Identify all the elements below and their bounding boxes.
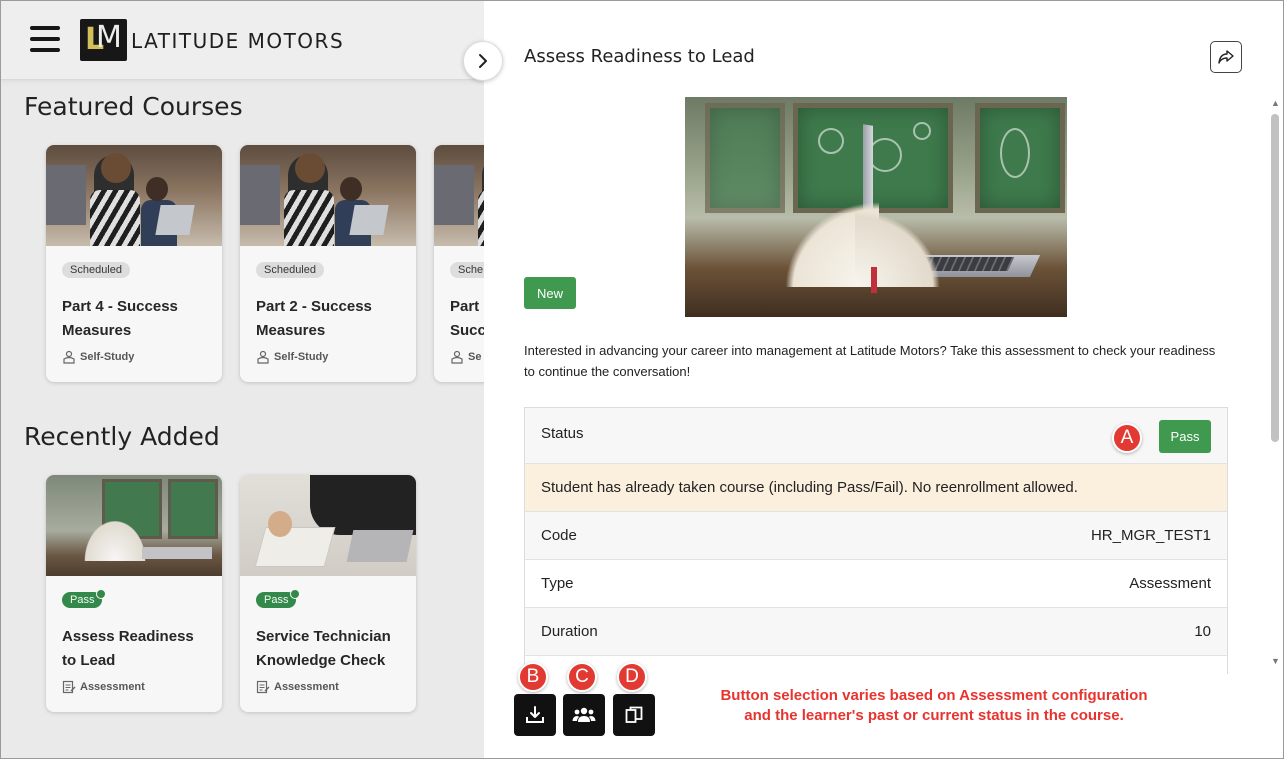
status-badge: Scheduled xyxy=(256,262,324,278)
self-study-icon xyxy=(451,350,463,364)
assessment-icon xyxy=(62,680,76,694)
copy-icon xyxy=(625,706,643,723)
course-type: Assessment xyxy=(256,680,339,694)
assessment-icon xyxy=(256,680,270,694)
self-study-icon xyxy=(63,350,75,364)
course-type-label: Assessment xyxy=(274,681,339,693)
course-card[interactable]: Scheduled Part 2 - Success Measures Self… xyxy=(240,145,416,382)
course-hero-image xyxy=(685,97,1067,317)
course-type-label: Self-Study xyxy=(274,351,329,363)
self-study-icon xyxy=(257,350,269,364)
collapse-drawer-button[interactable] xyxy=(463,41,503,81)
hamburger-menu-icon[interactable] xyxy=(30,26,60,52)
drawer-scrollbar[interactable]: ▲ ▼ xyxy=(1268,98,1284,670)
course-thumbnail xyxy=(434,145,484,246)
course-type: Se xyxy=(450,350,481,364)
footer-annotation-line-2: and the learner's past or current status… xyxy=(744,707,1124,724)
footer-annotation-line-1: Button selection varies based on Assessm… xyxy=(720,687,1148,704)
code-row: Code HR_MGR_TEST1 xyxy=(525,512,1227,560)
logo-text: LATITUDE MOTORS xyxy=(131,29,345,53)
download-button[interactable] xyxy=(514,694,556,736)
status-badge: Scheduled xyxy=(62,262,130,278)
type-label: Type xyxy=(541,575,574,592)
drawer-footer: Button selection varies based on Assessm… xyxy=(484,674,1284,759)
callout-c: C xyxy=(567,662,597,692)
copy-button[interactable] xyxy=(613,694,655,736)
footer-annotation: Button selection varies based on Assessm… xyxy=(684,686,1184,726)
course-card[interactable]: Pass Assess Readiness to Lead Assessment xyxy=(46,475,222,712)
course-title: Part 4 - Success Measures xyxy=(62,298,178,339)
warning-text: Student has already taken course (includ… xyxy=(541,479,1078,496)
logo: L M xyxy=(80,19,127,61)
callout-a: A xyxy=(1112,423,1142,453)
course-type-label: Assessment xyxy=(80,681,145,693)
top-bar: L M LATITUDE MOTORS xyxy=(0,0,484,80)
logo-letter-m: M xyxy=(96,20,122,55)
course-thumbnail xyxy=(46,475,222,576)
course-title: Assess Readiness to Lead xyxy=(62,628,194,669)
new-badge: New xyxy=(524,277,576,309)
course-thumbnail xyxy=(46,145,222,246)
course-type: Self-Study xyxy=(256,350,328,364)
download-icon xyxy=(526,706,544,723)
course-title: Service Technician Knowledge Check xyxy=(256,628,391,669)
course-card[interactable]: Sche Part Succ Se xyxy=(434,145,484,382)
type-row: Type Assessment xyxy=(525,560,1227,608)
course-title: Part 2 - Success Measures xyxy=(256,298,372,339)
group-button[interactable] xyxy=(563,694,605,736)
course-description: Interested in advancing your career into… xyxy=(524,343,1216,379)
share-button[interactable] xyxy=(1210,41,1242,73)
course-type: Self-Study xyxy=(62,350,134,364)
reenrollment-warning: Student has already taken course (includ… xyxy=(525,464,1227,512)
course-title: Part Succ xyxy=(450,298,484,339)
duration-label: Duration xyxy=(541,623,598,640)
scroll-up-arrow-icon[interactable]: ▲ xyxy=(1271,98,1280,108)
duration-value: 10 xyxy=(1194,623,1211,640)
course-thumbnail xyxy=(240,475,416,576)
pass-status-badge: Pass xyxy=(1159,420,1211,453)
code-label: Code xyxy=(541,527,577,544)
duration-row: Duration 10 xyxy=(525,608,1227,656)
course-type-label: Self-Study xyxy=(80,351,135,363)
scroll-down-arrow-icon[interactable]: ▼ xyxy=(1271,656,1280,666)
scrollbar-thumb[interactable] xyxy=(1271,114,1279,442)
status-label: Status xyxy=(541,425,584,442)
course-catalog-page: L M LATITUDE MOTORS Featured Courses Sch… xyxy=(0,0,484,759)
callout-d: D xyxy=(617,662,647,692)
drawer-title: Assess Readiness to Lead xyxy=(524,46,755,67)
course-type: Assessment xyxy=(62,680,145,694)
course-details-drawer: Assess Readiness to Lead New Interested … xyxy=(484,0,1284,759)
course-card[interactable]: Scheduled Part 4 - Success Measures Self… xyxy=(46,145,222,382)
code-value: HR_MGR_TEST1 xyxy=(1090,527,1211,544)
status-badge: Sche xyxy=(450,262,484,278)
share-icon xyxy=(1218,50,1234,64)
status-badge: Pass xyxy=(62,589,107,608)
callout-b: B xyxy=(518,662,548,692)
type-value: Assessment xyxy=(1129,575,1211,592)
chevron-right-icon xyxy=(479,54,487,68)
recently-added-heading: Recently Added xyxy=(24,422,220,451)
course-card[interactable]: Pass Service Technician Knowledge Check … xyxy=(240,475,416,712)
featured-courses-heading: Featured Courses xyxy=(24,92,243,121)
status-badge: Pass xyxy=(256,589,301,608)
course-thumbnail xyxy=(240,145,416,246)
course-type-label: Se xyxy=(468,351,482,363)
group-icon xyxy=(572,707,596,722)
